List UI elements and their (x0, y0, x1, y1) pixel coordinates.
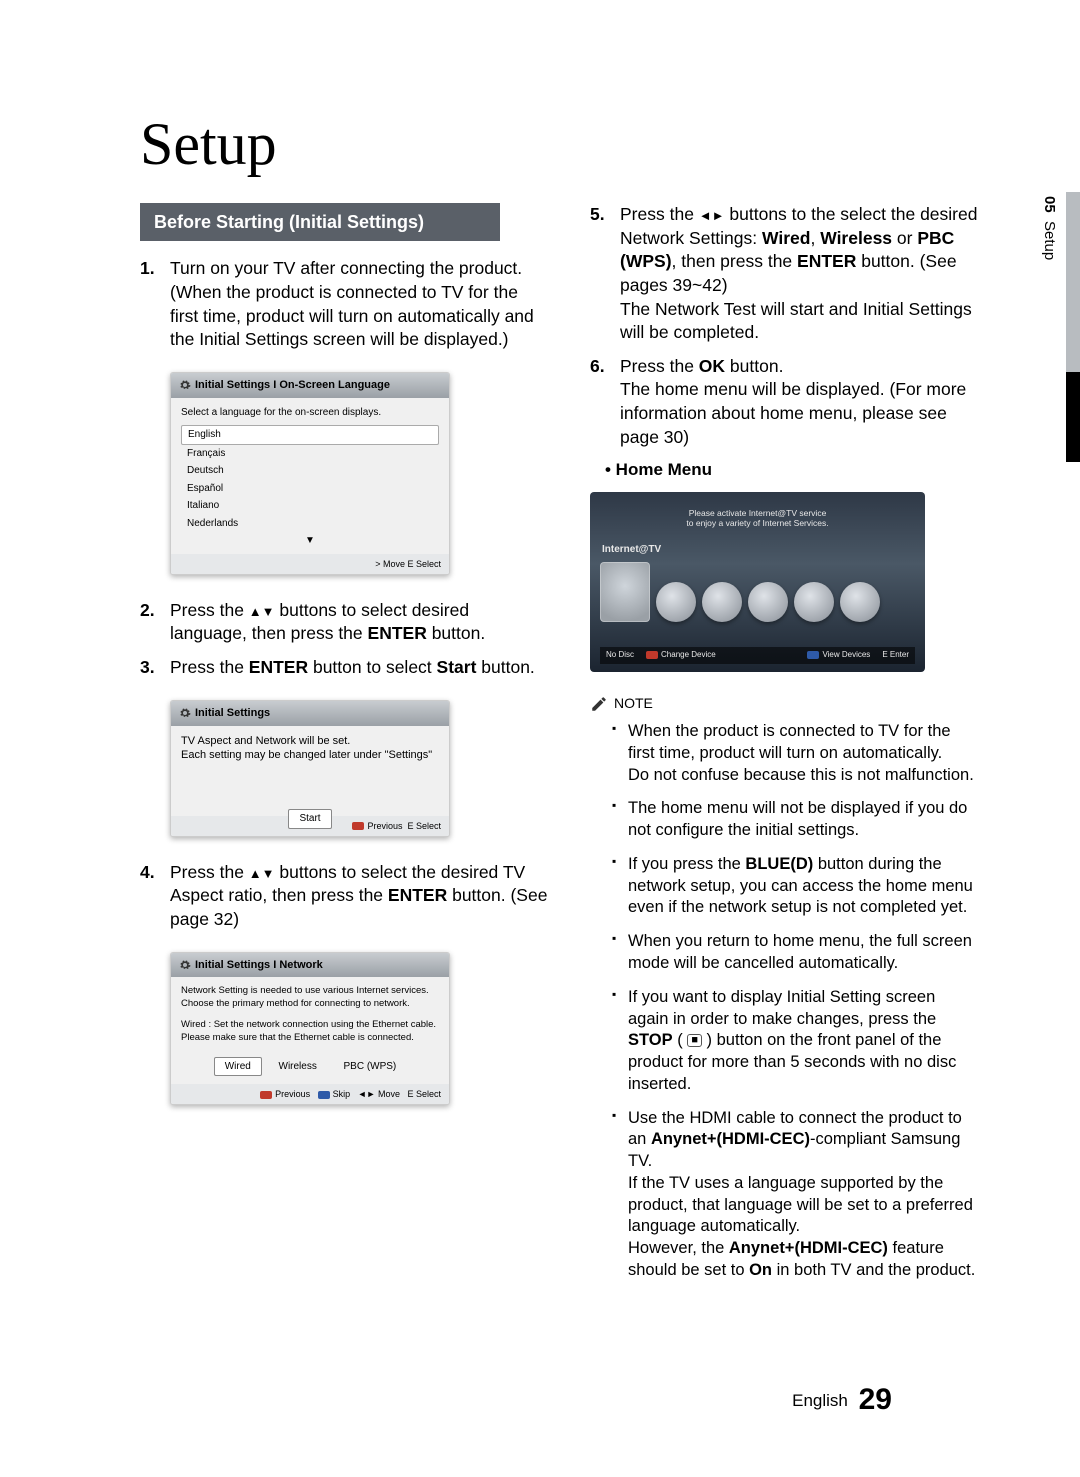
home-foot-enter: Enter (890, 650, 909, 659)
language-option[interactable]: Español (181, 480, 439, 498)
step-number: 2. (140, 599, 170, 646)
note-item: If you press the BLUE(D) button during t… (612, 854, 980, 919)
gear-icon (179, 959, 191, 971)
dialog-network: Initial Settings I Network Network Setti… (170, 952, 450, 1106)
home-banner-line1: Please activate Internet@TV service (689, 508, 827, 518)
gear-icon (179, 379, 191, 391)
note-item: When you return to home menu, the full s… (612, 931, 980, 975)
home-tile-icon[interactable] (748, 582, 788, 622)
language-option[interactable]: Français (181, 445, 439, 463)
home-tile-large[interactable] (600, 562, 650, 622)
dialog-text: Choose the primary method for connecting… (181, 998, 439, 1011)
dialog-text: Network Setting is needed to use various… (181, 985, 439, 998)
dialog-text: Each setting may be changed later under … (181, 748, 439, 763)
home-foot-change: Change Device (661, 650, 716, 659)
footer-previous: Previous (367, 821, 402, 831)
footer-move: Move (378, 1089, 400, 1099)
network-wired-button[interactable]: Wired (214, 1057, 262, 1077)
dialog-initial-settings: Initial Settings TV Aspect and Network w… (170, 700, 450, 837)
footer-previous: Previous (275, 1089, 310, 1099)
dialog-header: Initial Settings I On-Screen Language (171, 373, 449, 398)
home-foot-nodisc: No Disc (606, 650, 634, 661)
gear-icon (179, 707, 191, 719)
network-pbc-button[interactable]: PBC (WPS) (333, 1058, 406, 1076)
note-item: If you want to display Initial Setting s… (612, 987, 980, 1096)
home-menu-figure: Please activate Internet@TV service to e… (590, 492, 925, 672)
home-foot-view: View Devices (822, 650, 870, 659)
scroll-down-icon: ▼ (181, 534, 439, 548)
language-option[interactable]: Deutsch (181, 462, 439, 480)
footer-language: English (792, 1391, 848, 1410)
footer-skip: Skip (333, 1089, 351, 1099)
step-text: Turn on your TV after connecting the pro… (170, 257, 550, 352)
home-tile-icon[interactable] (794, 582, 834, 622)
language-option[interactable]: English (181, 425, 439, 445)
home-tile-icon[interactable] (656, 582, 696, 622)
dialog-title: Initial Settings (195, 706, 270, 721)
home-menu-label: • Home Menu (605, 459, 980, 482)
dialog-text: Wired : Set the network connection using… (181, 1019, 439, 1032)
footer-page-number: 29 (859, 1383, 892, 1416)
dialog-text: Please make sure that the Ethernet cable… (181, 1032, 439, 1045)
home-tile-icon[interactable] (840, 582, 880, 622)
step-number: 4. (140, 861, 170, 932)
note-item: The home menu will not be displayed if y… (612, 798, 980, 842)
dialog-language: Initial Settings I On-Screen Language Se… (170, 372, 450, 575)
language-option[interactable]: Nederlands (181, 515, 439, 533)
step-text: Press the ▲▼ buttons to select desired l… (170, 599, 550, 646)
dialog-footer: Previous Skip ◄► Move E Select (171, 1084, 449, 1104)
step-number: 6. (590, 355, 620, 450)
step-number: 1. (140, 257, 170, 352)
note-header: NOTE (590, 694, 980, 713)
step-text: Press the ▲▼ buttons to select the desir… (170, 861, 550, 932)
dialog-title: Initial Settings I On-Screen Language (195, 378, 390, 393)
footer-select: Select (416, 821, 441, 831)
page-footer: English 29 (792, 1383, 892, 1417)
home-banner-line2: to enjoy a variety of Internet Services. (686, 518, 828, 528)
start-button[interactable]: Start (288, 809, 331, 829)
step-text: Press the OK button.The home menu will b… (620, 355, 980, 450)
pencil-icon (590, 695, 608, 713)
dialog-text: TV Aspect and Network will be set. (181, 734, 439, 749)
note-item: When the product is connected to TV for … (612, 721, 980, 786)
page-title: Setup (140, 110, 980, 179)
red-chip-icon (260, 1091, 272, 1099)
step-number: 5. (590, 203, 620, 345)
blue-chip-icon (318, 1091, 330, 1099)
language-list: English Français Deutsch Español Italian… (181, 425, 439, 532)
dialog-caption: Select a language for the on-screen disp… (181, 406, 439, 420)
dialog-footer: > Move E Select (171, 554, 449, 574)
home-tile-icon[interactable] (702, 582, 742, 622)
side-name: Setup (1041, 221, 1058, 260)
side-tab: 05 Setup (1056, 192, 1080, 462)
dialog-header: Initial Settings (171, 701, 449, 726)
red-chip-icon (646, 651, 658, 659)
red-chip-icon (352, 822, 364, 830)
step-text: Press the ENTER button to select Start b… (170, 656, 550, 680)
dialog-header: Initial Settings I Network (171, 953, 449, 978)
section-ribbon: Before Starting (Initial Settings) (140, 203, 500, 241)
language-option[interactable]: Italiano (181, 497, 439, 515)
note-label: NOTE (614, 694, 653, 713)
side-chapter: 05 (1041, 196, 1058, 213)
step-text: Press the ◄► buttons to the select the d… (620, 203, 980, 345)
blue-chip-icon (807, 651, 819, 659)
footer-select: Select (416, 1089, 441, 1099)
dialog-title: Initial Settings I Network (195, 958, 323, 973)
network-wireless-button[interactable]: Wireless (269, 1058, 327, 1076)
step-number: 3. (140, 656, 170, 680)
note-item: Use the HDMI cable to connect the produc… (612, 1108, 980, 1282)
home-internet-label: Internet@TV (602, 543, 915, 557)
